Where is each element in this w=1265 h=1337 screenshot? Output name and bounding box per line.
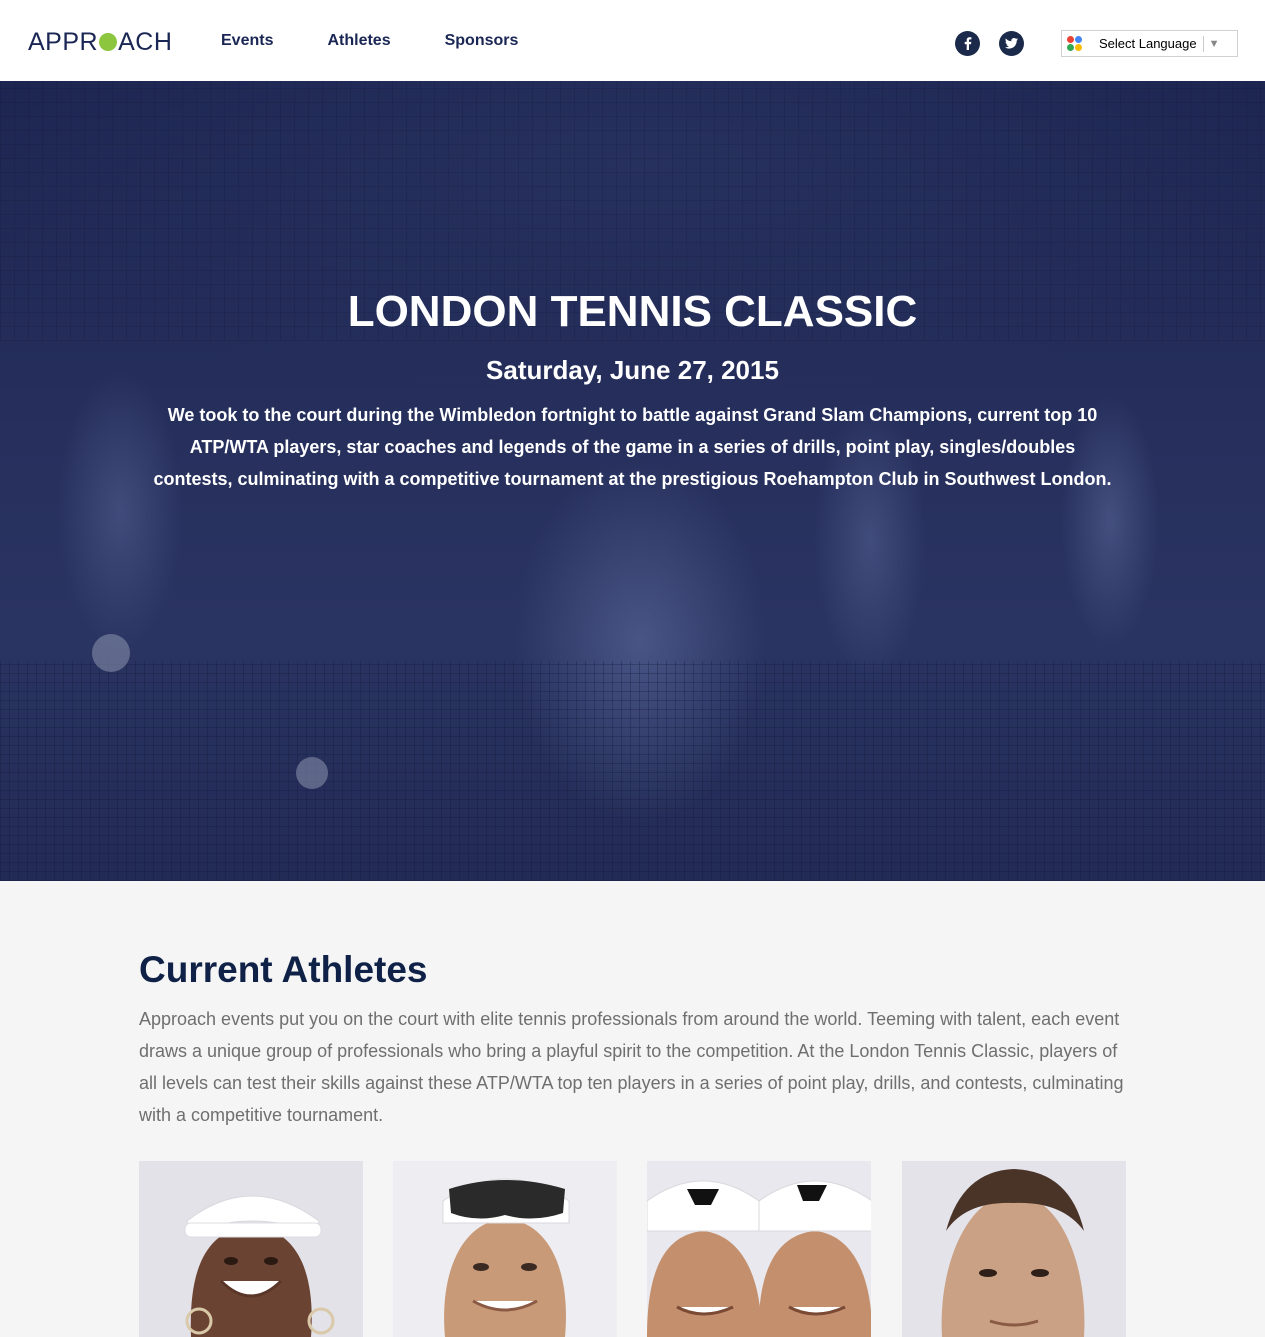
athlete-photo <box>902 1161 1126 1337</box>
chevron-down-icon: ▼ <box>1208 37 1220 50</box>
language-select-divider <box>1202 35 1204 52</box>
twitter-icon[interactable] <box>999 31 1024 56</box>
athlete-card[interactable] <box>393 1161 617 1337</box>
athlete-card[interactable] <box>902 1161 1126 1337</box>
hero-net-texture <box>0 661 1265 881</box>
athlete-photo <box>647 1161 871 1337</box>
site-header: APPR ACH Events Athletes Sponsors Select… <box>0 0 1265 81</box>
google-translate-icon <box>1067 35 1083 52</box>
logo-ball-icon <box>99 33 118 51</box>
approach-logo[interactable]: APPR ACH <box>28 27 173 56</box>
language-select-label: Select Language <box>1099 36 1197 51</box>
hero-banner: LONDON TENNIS CLASSIC Saturday, June 27,… <box>0 81 1265 881</box>
main-nav: Events Athletes Sponsors <box>221 32 572 50</box>
athletes-description: Approach events put you on the court wit… <box>139 1009 1124 1125</box>
athlete-card[interactable] <box>647 1161 871 1337</box>
nav-sponsors[interactable]: Sponsors <box>445 32 519 50</box>
event-description: We took to the court during the Wimbledo… <box>153 405 1112 489</box>
athlete-card[interactable] <box>139 1161 363 1337</box>
language-select[interactable]: Select Language ▼ <box>1061 30 1238 57</box>
nav-events[interactable]: Events <box>221 32 273 50</box>
facebook-icon[interactable] <box>955 31 980 56</box>
tennis-ball-image <box>92 634 130 672</box>
athlete-photo <box>139 1161 363 1337</box>
athlete-photo <box>393 1161 617 1337</box>
tennis-ball-image <box>296 757 328 789</box>
event-title: LONDON TENNIS CLASSIC <box>347 287 918 336</box>
logo-text-right: ACH <box>118 27 173 56</box>
athletes-heading: Current Athletes <box>139 949 428 990</box>
logo-text-left: APPR <box>28 27 99 56</box>
event-date: Saturday, June 27, 2015 <box>486 355 779 385</box>
nav-athletes[interactable]: Athletes <box>327 32 390 50</box>
